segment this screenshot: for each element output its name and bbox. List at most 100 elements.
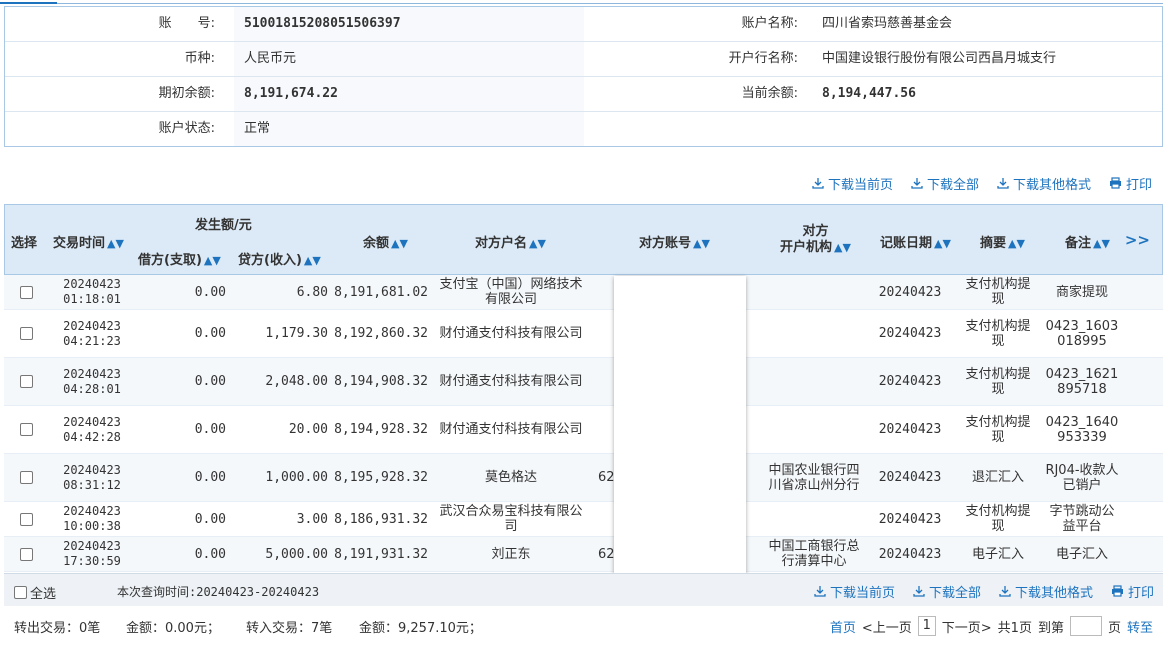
cell-remark: 商家提现 [1044,275,1120,309]
col-party-account[interactable]: 对方账号 ▲▼ [639,232,710,251]
row-select-cell [4,406,48,453]
cell-remark-text: 0423_1621895718 [1045,366,1119,397]
goto-page-input[interactable] [1069,616,1102,636]
cell-debit-text: 0.00 [194,374,226,389]
print-link[interactable]: 打印 [1109,174,1152,193]
out-transactions: 转出交易：0笔 [14,621,101,636]
next-page-link[interactable]: 下一页> [942,617,992,636]
current-balance-value: 8,194,447.56 [822,86,916,101]
sort-icon: ▲▼ [834,241,851,254]
table-row[interactable]: 20240423 08:31:12 0.00 1,000.00 8,195,928.32… [4,454,1163,502]
cell-balance-text: 8,191,681.02 [334,284,428,300]
cell-summary-text: 支付机构提现 [965,414,1031,445]
cell-debit-text: 0.00 [194,470,226,485]
cell-summary: 电子汇入 [960,537,1036,571]
col-debit[interactable]: 借方(支取) ▲▼ [138,249,221,268]
table-row[interactable]: 20240423 04:21:23 0.00 1,179.30 8,192,860.32… [4,310,1163,358]
col-party-bank-line2: 开户机构 [780,240,833,255]
col-balance[interactable]: 余额 ▲▼ [363,232,408,251]
cell-party: 财付通支付科技有限公司 [438,406,584,453]
cell-party-text: 莫色格达 [484,470,537,485]
cell-post-text: 20240423 [878,470,942,485]
download-all-link[interactable]: 下载全部 [913,582,981,601]
col-post-date[interactable]: 记账日期 ▲▼ [880,232,951,251]
row-checkbox[interactable] [19,375,33,388]
row-checkbox[interactable] [19,423,33,436]
download-icon [812,178,824,189]
row-checkbox[interactable] [19,512,33,526]
current-page[interactable]: 1 [917,616,936,636]
goto-button[interactable]: 转至 [1127,617,1153,636]
row-checkbox[interactable] [19,471,33,484]
more-columns-button[interactable]: >> [1125,231,1150,249]
cell-party-text: 财付通支付科技有限公司 [439,326,583,341]
currency-label: 币种: [184,51,215,66]
bank-value: 中国建设银行股份有限公司西昌月城支行 [822,51,1057,66]
prev-page-link[interactable]: <上一页 [862,617,912,636]
cell-debit-text: 0.00 [194,326,226,341]
download-other-link[interactable]: 下载其他格式 [997,174,1091,193]
download-icon [999,586,1011,597]
cell-post: 20240423 [866,406,954,453]
cell-time-text: 04:42:28 [63,429,121,444]
table-row[interactable]: 20240423 01:18:01 0.00 6.80 8,191,681.02 支付宝（… [4,275,1163,310]
col-party-name[interactable]: 对方户名 ▲▼ [475,232,546,251]
cell-remark: 电子汇入 [1044,537,1120,571]
cell-time-text: 04:21:23 [63,333,121,348]
col-remark[interactable]: 备注 ▲▼ [1065,232,1110,251]
print-label: 打印 [1125,177,1152,193]
download-icon [911,178,923,189]
col-post-date-label: 记账日期 [880,236,933,251]
cell-time: 20240423 04:28:01 [48,358,136,405]
account-status-value: 正常 [234,112,584,146]
col-time[interactable]: 交易时间 ▲▼ [53,232,124,251]
cell-remark: RJ04-收款人已销户 [1044,454,1120,501]
download-all-label: 下载全部 [928,585,981,601]
select-all[interactable]: 全选 [14,583,56,602]
table-row[interactable]: 20240423 04:42:28 0.00 20.00 8,194,928.32 财付通… [4,406,1163,454]
cell-debit-text: 0.00 [194,546,226,562]
info-row: 期初余额: 8,191,674.22 当前余额: 8,194,447.56 [5,77,1162,112]
download-page-link[interactable]: 下载当前页 [812,174,893,193]
cell-bank-text: 中国工商银行总行清算中心 [768,539,860,569]
table-row[interactable]: 20240423 17:30:59 0.00 5,000.00 8,191,931.32… [4,537,1163,572]
row-checkbox[interactable] [19,285,33,299]
download-page-label: 下载当前页 [829,585,895,601]
cell-date-text: 20240423 [63,366,121,381]
table-row[interactable]: 20240423 10:00:38 0.00 3.00 8,186,931.32 武汉合众… [4,502,1163,537]
cell-date-text: 20240423 [63,277,121,291]
sort-icon: ▲▼ [693,237,710,250]
row-select-cell [4,454,48,501]
row-checkbox[interactable] [19,327,33,340]
cell-balance-text: 8,186,931.32 [334,511,428,527]
info-row: 账 号: 51001815208051506397 账户名称: 四川省索玛慈善基… [5,7,1162,42]
download-all-link[interactable]: 下载全部 [911,174,979,193]
row-checkbox[interactable] [19,547,33,561]
col-party-bank[interactable]: 对方 开户机构 ▲▼ [780,224,851,256]
col-credit[interactable]: 贷方(收入) ▲▼ [238,249,321,268]
cell-party-text: 财付通支付科技有限公司 [439,422,583,437]
col-balance-label: 余额 [363,236,390,251]
cell-credit: 2,048.00 [226,358,328,405]
table-row[interactable]: 20240423 04:28:01 0.00 2,048.00 8,194,908.32… [4,358,1163,406]
download-other-link[interactable]: 下载其他格式 [999,582,1093,601]
download-other-label: 下载其他格式 [1014,585,1093,601]
cell-debit: 0.00 [136,406,226,453]
select-all-checkbox[interactable] [14,586,27,599]
col-party-name-label: 对方户名 [475,236,528,251]
cell-time: 20240423 04:21:23 [48,310,136,357]
cell-party: 武汉合众易宝科技有限公司 [438,502,584,536]
cell-balance: 8,194,928.32 [328,406,428,453]
col-summary[interactable]: 摘要 ▲▼ [980,232,1025,251]
print-link[interactable]: 打印 [1111,582,1154,601]
first-page-link[interactable]: 首页 [830,617,856,636]
cell-remark-text: 电子汇入 [1055,546,1108,562]
account-no-value: 51001815208051506397 [234,7,584,41]
cell-balance: 8,191,931.32 [328,537,428,571]
download-page-link[interactable]: 下载当前页 [814,582,895,601]
cell-bank [768,275,860,309]
cell-account-text: 62 [598,546,615,562]
printer-icon [1109,177,1121,189]
page-unit-label: 页 [1107,620,1121,636]
cell-balance-text: 8,192,860.32 [334,326,428,341]
